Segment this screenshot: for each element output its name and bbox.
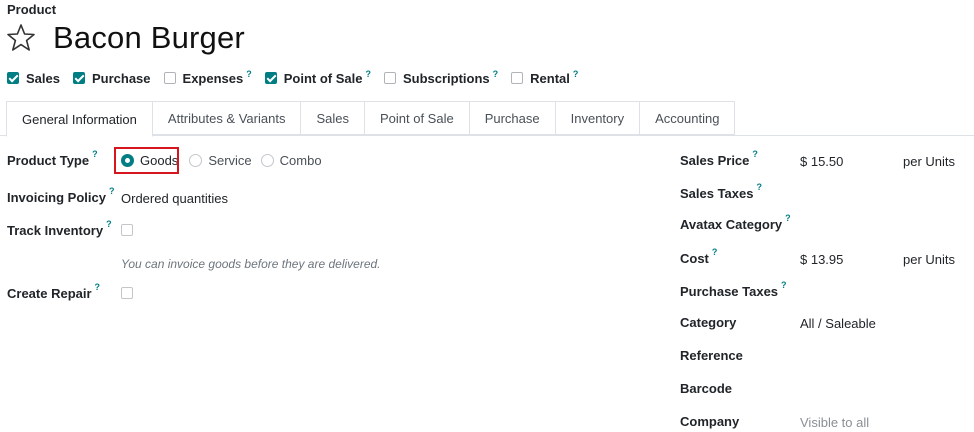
help-icon[interactable]: ?: [781, 280, 787, 290]
product-options-bar: Sales Purchase Expenses ? Point of Sale …: [7, 69, 591, 87]
invoice-hint-text: You can invoice goods before they are de…: [121, 257, 381, 271]
option-label: Subscriptions: [402, 70, 490, 86]
help-icon[interactable]: ?: [712, 247, 718, 257]
company-field[interactable]: Visible to all: [800, 415, 869, 430]
label-text: Sales Taxes: [680, 186, 754, 201]
help-icon[interactable]: ?: [493, 69, 499, 79]
radio-button[interactable]: [260, 154, 274, 167]
radio-service[interactable]: Service: [189, 153, 252, 168]
help-icon[interactable]: ?: [92, 149, 98, 159]
create-repair-checkbox[interactable]: [121, 287, 133, 299]
help-icon[interactable]: ?: [365, 69, 371, 79]
label-text: Track Inventory: [7, 223, 104, 238]
option-label: Expenses: [182, 70, 244, 86]
category-label: Category: [680, 315, 737, 330]
option-label: Rental: [530, 70, 570, 86]
label-text: Cost: [680, 251, 709, 266]
invoicing-policy-field[interactable]: Ordered quantities: [121, 191, 228, 206]
help-icon[interactable]: ?: [106, 219, 112, 229]
help-icon[interactable]: ?: [573, 69, 579, 79]
help-icon[interactable]: ?: [756, 182, 762, 192]
barcode-field[interactable]: [800, 379, 970, 399]
cost-unit: per Units: [903, 252, 956, 267]
notebook-tabs: General Information Attributes & Variant…: [6, 101, 736, 137]
label-text: Avatax Category: [680, 217, 783, 232]
sales-taxes-label: Sales Taxes?: [680, 182, 762, 201]
label-text: Product Type: [7, 153, 90, 168]
tab-general-information[interactable]: General Information: [6, 101, 153, 137]
rental-checkbox[interactable]: [511, 72, 524, 84]
purchase-taxes-label: Purchase Taxes?: [680, 280, 787, 299]
sales-taxes-field[interactable]: [800, 184, 970, 204]
radio-label: Combo: [279, 153, 322, 168]
option-label: Sales: [26, 70, 60, 86]
purchase-checkbox[interactable]: [72, 72, 85, 84]
purchase-taxes-field[interactable]: [800, 282, 970, 302]
option-label: Purchase: [91, 70, 151, 86]
option-label: Point of Sale: [283, 70, 363, 86]
radio-combo[interactable]: Combo: [260, 153, 322, 168]
option-point-of-sale[interactable]: Point of Sale ?: [264, 69, 371, 86]
point-of-sale-checkbox[interactable]: [264, 72, 277, 84]
tab-inventory[interactable]: Inventory: [554, 101, 641, 135]
radio-label: Service: [208, 153, 252, 168]
option-purchase[interactable]: Purchase: [72, 70, 151, 86]
help-icon[interactable]: ?: [785, 213, 791, 223]
track-inventory-label: Track Inventory?: [7, 219, 112, 238]
invoicing-policy-label: Invoicing Policy?: [7, 186, 114, 205]
option-sales[interactable]: Sales: [7, 71, 60, 86]
sales-checkbox[interactable]: [7, 72, 19, 84]
cost-field[interactable]: $ 13.95: [800, 252, 843, 267]
label-text: Sales Price: [680, 153, 750, 168]
product-type-label: Product Type?: [7, 149, 98, 168]
help-icon[interactable]: ?: [246, 69, 252, 79]
option-rental[interactable]: Rental ?: [511, 69, 579, 86]
cost-label: Cost?: [680, 247, 717, 266]
reference-label: Reference: [680, 348, 743, 363]
breadcrumb[interactable]: Product: [7, 2, 56, 17]
star-icon[interactable]: [6, 23, 36, 53]
reference-field[interactable]: [800, 346, 970, 366]
sales-price-label: Sales Price?: [680, 149, 758, 168]
help-icon[interactable]: ?: [109, 186, 115, 196]
radio-button[interactable]: [189, 154, 203, 167]
label-text: Invoicing Policy: [7, 190, 106, 205]
highlight-box: [114, 147, 179, 174]
tab-sales[interactable]: Sales: [300, 101, 365, 135]
avatax-category-label: Avatax Category?: [680, 213, 791, 232]
sales-price-field[interactable]: $ 15.50: [800, 154, 843, 169]
label-text: Purchase Taxes: [680, 284, 779, 299]
option-expenses[interactable]: Expenses ?: [163, 69, 252, 86]
category-field[interactable]: All / Saleable: [800, 316, 876, 331]
label-text: Create Repair: [7, 286, 92, 301]
option-subscriptions[interactable]: Subscriptions ?: [383, 69, 499, 86]
tab-accounting[interactable]: Accounting: [639, 101, 736, 135]
tab-point-of-sale[interactable]: Point of Sale: [363, 101, 470, 135]
tab-purchase[interactable]: Purchase: [468, 101, 556, 135]
product-name-field[interactable]: Bacon Burger: [53, 20, 245, 56]
help-icon[interactable]: ?: [95, 282, 101, 292]
track-inventory-checkbox[interactable]: [121, 224, 133, 236]
create-repair-label: Create Repair?: [7, 282, 100, 301]
sales-price-unit: per Units: [903, 154, 956, 169]
expenses-checkbox[interactable]: [163, 72, 176, 84]
company-label: Company: [680, 414, 740, 429]
help-icon[interactable]: ?: [752, 149, 758, 159]
tab-attributes-variants[interactable]: Attributes & Variants: [151, 101, 302, 135]
avatax-category-field[interactable]: [800, 215, 970, 235]
barcode-label: Barcode: [680, 381, 733, 396]
subscriptions-checkbox[interactable]: [383, 72, 396, 84]
